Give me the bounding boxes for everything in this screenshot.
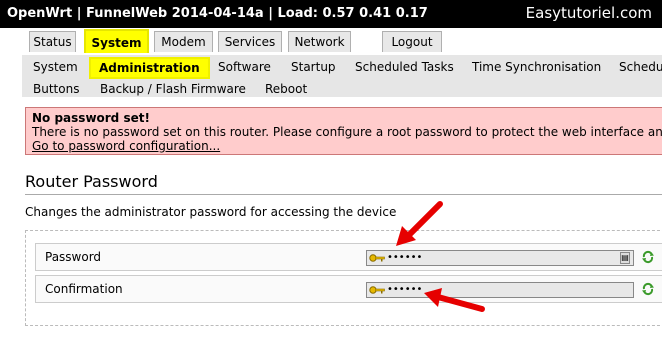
subnav-scheduled-tasks[interactable]: Scheduled Tasks	[355, 60, 454, 74]
subnav-schedule[interactable]: Schedule	[619, 60, 662, 74]
subnav-system[interactable]: System	[33, 60, 78, 74]
confirmation-label: Confirmation	[45, 282, 123, 296]
reveal-icon[interactable]: ▤	[620, 252, 630, 264]
reset-icon[interactable]	[641, 282, 655, 296]
subnav-backup-flash-firmware[interactable]: Backup / Flash Firmware	[100, 82, 246, 96]
key-icon	[369, 254, 385, 262]
tab-system[interactable]: System	[80, 27, 153, 55]
password-row: Password •••••• ▤	[35, 243, 662, 271]
password-config-link[interactable]: Go to password configuration...	[32, 139, 220, 153]
subnav-reboot[interactable]: Reboot	[265, 82, 307, 96]
watermark: Easytutoriel.com	[525, 4, 652, 22]
key-icon	[369, 286, 385, 294]
arrow-annotation-password	[396, 201, 443, 246]
tab-network[interactable]: Network	[288, 31, 351, 52]
password-label: Password	[45, 250, 102, 264]
tab-services[interactable]: Services	[218, 31, 282, 52]
section-title: Router Password	[25, 172, 158, 191]
tab-logout[interactable]: Logout	[382, 31, 442, 52]
alert-message: There is no password set on this router.…	[32, 125, 662, 139]
subnav-software[interactable]: Software	[218, 60, 271, 74]
password-value: ••••••	[387, 252, 423, 263]
subnav-time-synchronisation[interactable]: Time Synchronisation	[472, 60, 601, 74]
tab-status[interactable]: Status	[29, 31, 76, 52]
reset-icon[interactable]	[641, 250, 655, 264]
tab-modem[interactable]: Modem	[154, 31, 213, 52]
confirmation-value: ••••••	[387, 284, 423, 295]
subnav-administration[interactable]: Administration	[89, 57, 210, 79]
confirmation-row: Confirmation ••••••	[35, 275, 662, 303]
no-password-alert: No password set! There is no password se…	[25, 107, 662, 155]
section-description: Changes the administrator password for a…	[25, 205, 397, 219]
arrow-annotation-confirmation	[424, 288, 485, 312]
section-divider	[25, 194, 662, 195]
title-bar: OpenWrt | FunnelWeb 2014-04-14a | Load: …	[0, 0, 662, 28]
main-tabs: Status System Modem Services Network Log…	[0, 27, 662, 55]
alert-title: No password set!	[32, 111, 150, 125]
confirmation-input[interactable]: ••••••	[366, 282, 634, 298]
subnav-buttons[interactable]: Buttons	[33, 82, 79, 96]
sub-navigation: System Administration Software Startup S…	[22, 55, 662, 97]
page-title: OpenWrt | FunnelWeb 2014-04-14a | Load: …	[7, 6, 428, 21]
subnav-startup[interactable]: Startup	[291, 60, 336, 74]
password-input[interactable]: •••••• ▤	[366, 250, 634, 266]
